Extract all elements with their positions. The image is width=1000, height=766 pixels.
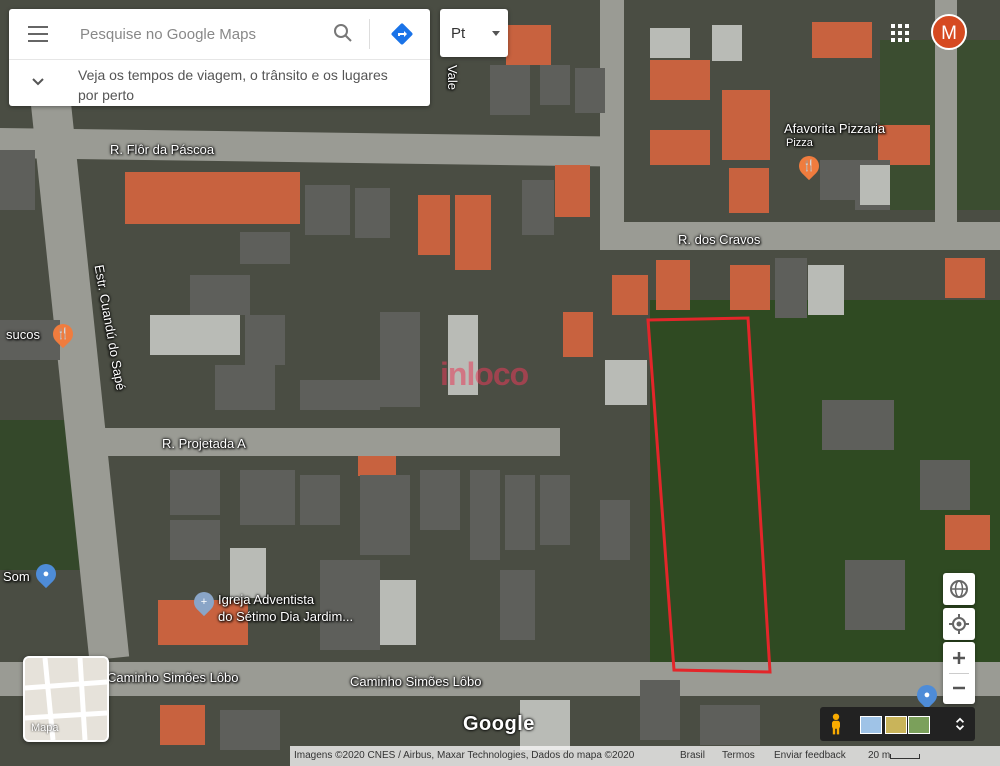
feedback-link[interactable]: Enviar feedback [774,750,846,761]
road-label-simoes-lobo-center: Caminho Simões Lôbo [350,674,482,689]
place-label-sucos[interactable]: sucos [6,327,40,342]
place-label-som[interactable]: Som [3,569,30,584]
imagery-thumb-1[interactable] [860,716,882,734]
place-label-igreja-line1[interactable]: Igreja Adventista [218,592,314,607]
search-divider [369,19,370,49]
scale-label[interactable]: 20 m [868,750,890,761]
minimap-label: Mapa [31,722,59,734]
chevron-down-icon[interactable] [31,75,45,89]
agency-watermark: inloco [440,356,529,392]
country-link[interactable]: Brasil [680,750,705,761]
road-label-simoes-lobo-left: Caminho Simões Lôbo [107,670,239,685]
transliteration-label: Pt [451,25,466,42]
my-location-icon [949,614,969,634]
road-label-dos-cravos: R. dos Cravos [678,232,761,247]
footer-bar: Imagens ©2020 CNES / Airbus, Maxar Techn… [290,746,1000,766]
imagery-thumb-2[interactable] [885,716,907,734]
account-avatar[interactable]: M [931,14,967,50]
explore-hint[interactable]: Veja os tempos de viagem, o trânsito e o… [78,65,408,105]
zoom-controls [943,642,975,704]
attribution-text: Imagens ©2020 CNES / Airbus, Maxar Techn… [294,750,635,761]
map-layer-toggle[interactable]: Mapa [23,656,109,742]
juice-place-icon[interactable]: 🍴 [48,319,78,349]
directions-icon[interactable] [390,22,414,46]
my-location-button[interactable] [943,608,975,640]
pegman-icon[interactable] [828,712,844,736]
search-icon[interactable] [333,23,353,43]
zoom-out-icon[interactable] [943,673,975,704]
scale-bar [890,754,920,759]
shop-place-icon[interactable]: ● [31,559,61,589]
zoom-in-icon[interactable] [943,642,975,673]
map-pin-icon[interactable]: ● [912,680,942,710]
church-icon[interactable]: + [189,587,219,617]
road-label-vale: Vale [445,64,461,91]
menu-icon[interactable] [28,26,48,42]
pizza-place-icon[interactable]: 🍴 [794,151,824,181]
street-view-bar [820,707,975,741]
imagery-thumb-3[interactable] [908,716,930,734]
place-label-pizzaria[interactable]: Afavorita Pizzaria [784,121,885,136]
expand-icon[interactable] [954,716,966,732]
search-input[interactable] [78,21,322,47]
globe-icon [950,580,968,598]
road-label-flor-da-pascoa: R. Flôr da Páscoa [110,142,215,157]
globe-button[interactable] [943,573,975,605]
road-label-projetada: R. Projetada A [162,436,246,451]
panel-divider [9,59,430,60]
apps-grid-icon[interactable] [890,23,910,43]
google-logo: Google [463,713,535,735]
search-panel: Veja os tempos de viagem, o trânsito e o… [9,9,430,106]
transliteration-toggle[interactable]: Pt [440,9,508,57]
place-label-pizzaria-type: Pizza [786,137,813,149]
dropdown-arrow-icon[interactable] [492,31,500,36]
terms-link[interactable]: Termos [722,750,755,761]
place-label-igreja-line2[interactable]: do Sétimo Dia Jardim... [218,609,353,624]
